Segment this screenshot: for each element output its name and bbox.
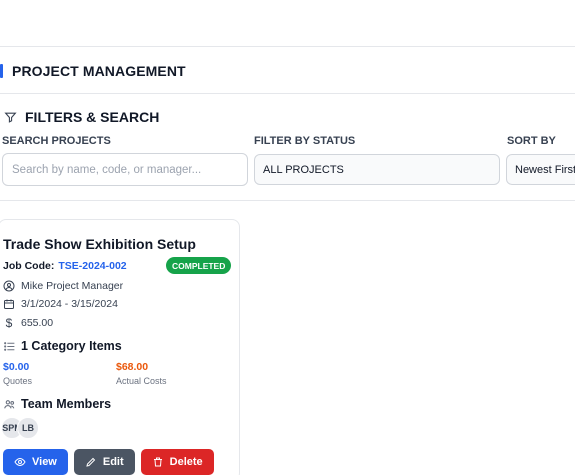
job-code: TSE-2024-002 <box>58 260 127 272</box>
category-items: 1 Category Items <box>21 339 122 353</box>
view-button[interactable]: View <box>3 449 68 475</box>
search-input[interactable]: Search by name, code, or manager... <box>2 153 248 186</box>
filters-panel: FILTERS & SEARCH SEARCH PROJECTS Search … <box>0 95 575 201</box>
card-actions: View Edit Delete <box>3 449 214 475</box>
status-select-value: ALL PROJECTS <box>263 163 344 176</box>
page-title: PROJECT MANAGEMENT <box>12 62 186 79</box>
dollar-icon: $ <box>5 316 13 330</box>
section-header: PROJECT MANAGEMENT <box>0 48 575 94</box>
avatar[interactable]: LB <box>17 417 39 439</box>
quotes-label: Quotes <box>3 376 33 386</box>
user-icon <box>3 280 15 292</box>
pencil-icon <box>85 456 97 468</box>
sort-label: SORT BY <box>507 135 556 147</box>
status-badge: COMPLETED <box>166 257 232 274</box>
delete-label: Delete <box>169 456 203 468</box>
budget-value: 655.00 <box>21 317 54 329</box>
job-code-label: Job Code: <box>3 260 55 272</box>
page: PROJECT MANAGEMENT FILTERS & SEARCH SEAR… <box>0 0 575 475</box>
sort-select[interactable]: Newest First <box>506 154 575 185</box>
filter-icon <box>4 111 17 124</box>
trash-icon <box>152 456 164 468</box>
status-select[interactable]: ALL PROJECTS <box>254 154 500 185</box>
team-avatars: SPM LB <box>1 417 39 439</box>
project-title: Trade Show Exhibition Setup <box>3 236 196 252</box>
edit-label: Edit <box>102 456 124 468</box>
accent-bar <box>0 63 3 78</box>
sort-select-value: Newest First <box>515 163 575 176</box>
top-bar <box>0 0 575 47</box>
dates-row: 3/1/2024 - 3/15/2024 <box>3 298 118 310</box>
eye-icon <box>14 456 26 468</box>
actual-costs-label: Actual Costs <box>116 376 167 386</box>
project-card: Trade Show Exhibition Setup Job Code: TSE… <box>0 219 240 475</box>
search-label: SEARCH PROJECTS <box>2 135 111 147</box>
project-dates: 3/1/2024 - 3/15/2024 <box>21 298 118 310</box>
list-icon <box>3 340 16 353</box>
edit-button[interactable]: Edit <box>73 449 135 475</box>
category-items-header: 1 Category Items <box>3 339 122 353</box>
delete-button[interactable]: Delete <box>140 449 214 475</box>
calendar-icon <box>3 298 15 310</box>
filters-title: FILTERS & SEARCH <box>25 109 160 125</box>
search-placeholder: Search by name, code, or manager... <box>12 163 202 176</box>
quotes-value: $0.00 <box>3 361 30 373</box>
manager-name: Mike Project Manager <box>21 280 124 292</box>
actual-costs-value: $68.00 <box>116 361 149 373</box>
team-header: Team Members <box>3 397 111 411</box>
manager-row: Mike Project Manager <box>3 280 123 292</box>
status-label: FILTER BY STATUS <box>254 135 356 147</box>
team-icon <box>3 398 16 411</box>
team-title: Team Members <box>21 397 112 411</box>
budget-row: $ 655.00 <box>3 316 53 330</box>
job-code-line: Job Code: TSE-2024-002 <box>3 260 127 272</box>
view-label: View <box>32 456 57 468</box>
filters-header: FILTERS & SEARCH <box>4 109 159 125</box>
